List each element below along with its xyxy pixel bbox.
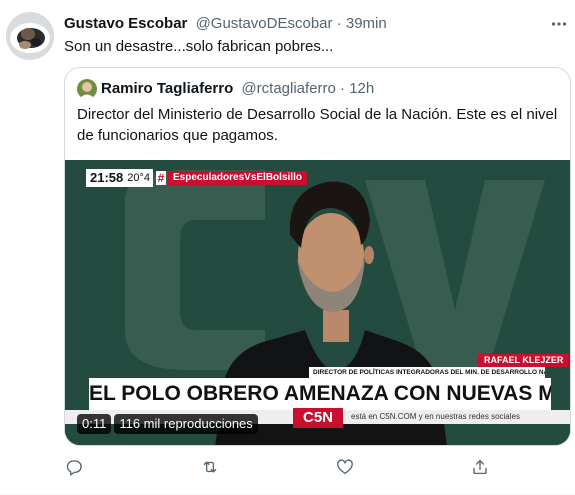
video-duration: 0:11	[77, 414, 112, 434]
tweet-text: Son un desastre...solo fabrican pobres..…	[64, 38, 334, 55]
like-icon	[337, 459, 353, 475]
quoted-tweet-text: Director del Ministerio de Desarrollo So…	[77, 106, 558, 144]
lower-third-name: RAFAEL KLEJZER	[478, 354, 570, 367]
more-icon	[551, 22, 567, 26]
author-avatar-image	[6, 12, 54, 60]
quoted-separator-dot: ·	[340, 80, 346, 97]
broadcast-hashtag: EspeculadoresVsElBolsillo	[168, 171, 307, 185]
tweet-time[interactable]: 39min	[346, 15, 387, 32]
lower-third-headline: EL POLO OBRERO AMENAZA CON NUEVAS MEDIDA…	[89, 378, 551, 410]
share-icon	[473, 459, 487, 475]
share-button[interactable]	[470, 457, 490, 477]
reply-button[interactable]	[64, 457, 84, 477]
broadcast-clock: 21:58 20°4 # EspeculadoresVsElBolsillo	[86, 169, 307, 187]
tweet[interactable]: Gustavo Escobar @GustavoDEscobar · 39min…	[0, 0, 575, 495]
reply-icon	[66, 460, 82, 476]
retweet-icon	[203, 461, 217, 473]
separator-dot: ·	[336, 15, 342, 32]
broadcast-time: 21:58	[86, 169, 128, 187]
video-player[interactable]: 21:58 20°4 # EspeculadoresVsElBolsillo R…	[65, 160, 570, 445]
quoted-author-handle[interactable]: @rctagliaferro	[241, 80, 335, 97]
like-button[interactable]	[335, 457, 355, 477]
video-view-count: 116 mil reproducciones	[114, 414, 258, 434]
lower-third-role: DIRECTOR DE POLÍTICAS INTEGRADORAS DEL M…	[309, 367, 545, 378]
retweet-button[interactable]	[200, 457, 220, 477]
author-avatar[interactable]	[6, 12, 54, 60]
channel-logo: C5N	[293, 408, 343, 428]
author-name[interactable]: Gustavo Escobar	[64, 15, 187, 32]
author-handle[interactable]: @GustavoDEscobar	[196, 15, 333, 32]
hashtag-symbol: #	[156, 171, 167, 185]
quoted-tweet-header: Ramiro Tagliaferro @rctagliaferro · 12h	[77, 79, 374, 99]
news-ticker-text: está en C5N.COM y en nuestras redes soci…	[351, 412, 520, 421]
quoted-author-name[interactable]: Ramiro Tagliaferro	[101, 80, 233, 97]
quoted-tweet-time[interactable]: 12h	[349, 80, 374, 97]
broadcast-temperature: 20°4	[127, 169, 154, 187]
quoted-tweet[interactable]: Ramiro Tagliaferro @rctagliaferro · 12h …	[64, 67, 571, 446]
tweet-header: Gustavo Escobar @GustavoDEscobar · 39min	[64, 14, 535, 34]
video-info-overlay: 0:11 116 mil reproducciones	[77, 414, 258, 434]
quoted-author-avatar[interactable]	[77, 79, 97, 99]
quoted-avatar-image	[77, 79, 97, 99]
tweet-actions	[64, 457, 494, 477]
more-button[interactable]	[549, 15, 569, 33]
